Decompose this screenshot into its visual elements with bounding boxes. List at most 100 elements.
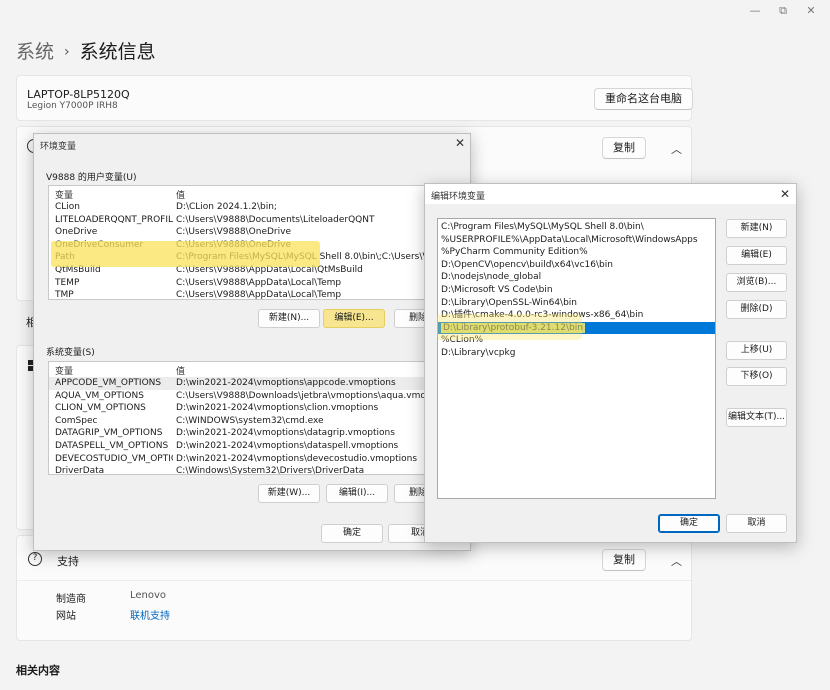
chevron-right-icon: › <box>64 44 70 60</box>
move-up-button[interactable]: 上移(U) <box>726 341 787 360</box>
table-row[interactable]: TEMP C:\Users\V9888\AppData\Local\Temp <box>49 277 465 290</box>
new-button[interactable]: 新建(N) <box>726 219 787 238</box>
col-var-header[interactable]: 变量 <box>55 364 73 377</box>
table-row[interactable]: DEVECOSTUDIO_VM_OPTIO...D:\win2021-2024\… <box>49 453 465 466</box>
path-text: C:\Program Files\MySQL\MySQL Shell 8.0\b… <box>441 222 644 232</box>
var-value: D:\win2021-2024\vmoptions\devecostudio.v… <box>176 453 418 464</box>
close-icon[interactable]: ✕ <box>801 4 821 17</box>
var-value: C:\Users\V9888\Downloads\jetbra\vmoption… <box>176 390 454 401</box>
ok-button[interactable]: 确定 <box>658 514 720 533</box>
browse-button[interactable]: 浏览(B)... <box>726 273 787 292</box>
path-list-item[interactable]: %USERPROFILE%\AppData\Local\Microsoft\Wi… <box>438 234 715 247</box>
ok-button[interactable]: 确定 <box>321 524 383 543</box>
path-list-item[interactable]: D:\Microsoft VS Code\bin <box>438 284 715 297</box>
path-text: %PyCharm Community Edition% <box>441 247 588 258</box>
copy-support-button[interactable]: 复制 <box>602 549 646 571</box>
breadcrumb-parent[interactable]: 系统 <box>16 41 54 63</box>
var-value: D:\CLion 2024.1.2\bin; <box>176 202 277 212</box>
device-model: Legion Y7000P IRH8 <box>27 101 118 111</box>
close-icon[interactable]: ✕ <box>780 187 790 201</box>
var-name: ComSpec <box>55 415 98 426</box>
table-row[interactable]: CLION_VM_OPTIONS D:\win2021-2024\vmoption… <box>49 402 465 415</box>
move-down-button[interactable]: 下移(O) <box>726 367 787 386</box>
table-row[interactable]: CLion D:\CLion 2024.1.2\bin; <box>49 201 465 214</box>
col-val-header[interactable]: 值 <box>176 188 185 201</box>
table-row[interactable]: AQUA_VM_OPTIONS C:\Users\V9888\Downloads\… <box>49 390 465 403</box>
var-name: DATASPELL_VM_OPTIONS <box>55 441 169 451</box>
var-value: C:\WINDOWS\system32\cmd.exe <box>176 415 324 426</box>
var-name: DATAGRIP_VM_OPTIONS <box>55 428 163 439</box>
table-row[interactable]: TMP C:\Users\V9888\AppData\Local\Temp <box>49 289 465 300</box>
path-text: %USERPROFILE%\AppData\Local\Microsoft\Wi… <box>441 234 698 245</box>
env-vars-dialog: 环境变量 ✕ V9888 的用户变量(U) 变量 值 CLion D:\CLion… <box>33 133 471 551</box>
online-support-link[interactable]: 联机支持 <box>130 607 170 622</box>
highlight-mark <box>51 241 320 267</box>
path-list-item[interactable]: %PyCharm Community Edition% <box>438 246 715 259</box>
edit-text-button[interactable]: 编辑文本(T)... <box>726 408 787 427</box>
user-new-button[interactable]: 新建(N)... <box>258 309 320 328</box>
path-list-item[interactable]: D:\nodejs\node_global <box>438 271 715 284</box>
var-name: OneDrive <box>55 227 98 238</box>
support-title: 支持 <box>57 555 79 568</box>
rename-pc-button[interactable]: 重命名这台电脑 <box>594 88 693 110</box>
table-row[interactable]: ComSpec C:\WINDOWS\system32\cmd.exe <box>49 415 465 428</box>
var-name: DriverData <box>55 466 105 475</box>
system-vars-list[interactable]: 变量 值 APPCODE_VM_OPTIONS D:\win2021-2024\v… <box>48 361 466 475</box>
cancel-button[interactable]: 取消 <box>726 514 787 533</box>
chevron-up-icon[interactable]: ︿ <box>671 553 682 569</box>
table-row[interactable]: DATASPELL_VM_OPTIONS D:\win2021-2024\vmop… <box>49 440 465 453</box>
delete-button[interactable]: 删除(D) <box>726 300 787 319</box>
table-row[interactable]: DATAGRIP_VM_OPTIONS D:\win2021-2024\vmopt… <box>49 427 465 440</box>
manufacturer-value: Lenovo <box>130 590 167 601</box>
var-name: TMP <box>55 290 74 300</box>
website-label: 网站 <box>56 611 76 622</box>
user-vars-label: V9888 的用户变量(U) <box>46 173 137 183</box>
var-value: C:\Users\V9888\AppData\Local\Temp <box>176 277 342 288</box>
var-name: TEMP <box>55 277 80 288</box>
table-row[interactable]: OneDrive C:\Users\V9888\OneDrive <box>49 226 465 239</box>
device-card: LAPTOP-8LP5120Q Legion Y7000P IRH8 重命名这台… <box>16 75 693 121</box>
related-content-heading: 相关内容 <box>16 664 60 677</box>
dialog-title: 编辑环境变量 <box>431 192 486 202</box>
path-list-item[interactable]: D:\Library\vcpkg <box>438 347 715 360</box>
path-text: D:\Library\vcpkg <box>441 348 516 358</box>
var-value: D:\win2021-2024\vmoptions\datagrip.vmopt… <box>176 428 395 439</box>
maximize-icon[interactable]: ⧉ <box>773 4 793 18</box>
path-text: D:\OpenCV\opencv\build\x64\vc16\bin <box>441 259 613 270</box>
path-list[interactable]: C:\Program Files\MySQL\MySQL Shell 8.0\b… <box>437 218 716 499</box>
path-list-item[interactable]: D:\Library\OpenSSL-Win64\bin <box>438 297 715 310</box>
user-edit-button[interactable]: 编辑(E)... <box>323 309 385 328</box>
table-row[interactable]: APPCODE_VM_OPTIONS D:\win2021-2024\vmopti… <box>49 377 465 390</box>
path-list-item[interactable]: D:\OpenCV\opencv\build\x64\vc16\bin <box>438 259 715 272</box>
minimize-icon[interactable]: — <box>745 4 765 17</box>
system-edit-button[interactable]: 编辑(I)... <box>326 484 388 503</box>
var-value: D:\win2021-2024\vmoptions\dataspell.vmop… <box>176 441 399 451</box>
var-value: C:\Users\V9888\OneDrive <box>176 227 291 238</box>
var-value: D:\win2021-2024\vmoptions\appcode.vmopti… <box>176 378 396 388</box>
var-value: C:\Users\V9888\Documents\LiteloaderQQNT <box>176 214 375 225</box>
var-name: LITELOADERQQNT_PROFILE <box>55 214 173 225</box>
system-new-button[interactable]: 新建(W)... <box>258 484 320 503</box>
chevron-up-icon[interactable]: ︿ <box>671 141 682 157</box>
highlight-mark <box>437 314 582 340</box>
device-name: LAPTOP-8LP5120Q <box>27 88 130 101</box>
page-title: 系统信息 <box>79 41 156 63</box>
copy-specs-button[interactable]: 复制 <box>602 137 646 159</box>
list-header: 变量 值 <box>49 186 465 201</box>
table-row[interactable]: LITELOADERQQNT_PROFILE C:\Users\V9888\Doc… <box>49 214 465 227</box>
help-icon: ? <box>28 552 42 566</box>
var-name: APPCODE_VM_OPTIONS <box>55 378 162 388</box>
dialog-title: 环境变量 <box>40 142 77 152</box>
table-row[interactable]: DriverData C:\Windows\System32\Drivers\Dr… <box>49 465 465 475</box>
col-val-header[interactable]: 值 <box>176 364 185 377</box>
var-name: AQUA_VM_OPTIONS <box>55 390 144 401</box>
path-list-item[interactable]: C:\Program Files\MySQL\MySQL Shell 8.0\b… <box>438 221 715 234</box>
col-var-header[interactable]: 变量 <box>55 188 73 201</box>
edit-button[interactable]: 编辑(E) <box>726 246 787 265</box>
close-icon[interactable]: ✕ <box>455 136 465 150</box>
var-value: C:\Windows\System32\Drivers\DriverData <box>176 466 365 475</box>
edit-env-var-dialog: 编辑环境变量 ✕ C:\Program Files\MySQL\MySQL Sh… <box>424 183 797 543</box>
manufacturer-label: 制造商 <box>56 594 86 605</box>
path-text: D:\nodejs\node_global <box>441 272 542 283</box>
var-name: DEVECOSTUDIO_VM_OPTIO... <box>55 453 173 464</box>
